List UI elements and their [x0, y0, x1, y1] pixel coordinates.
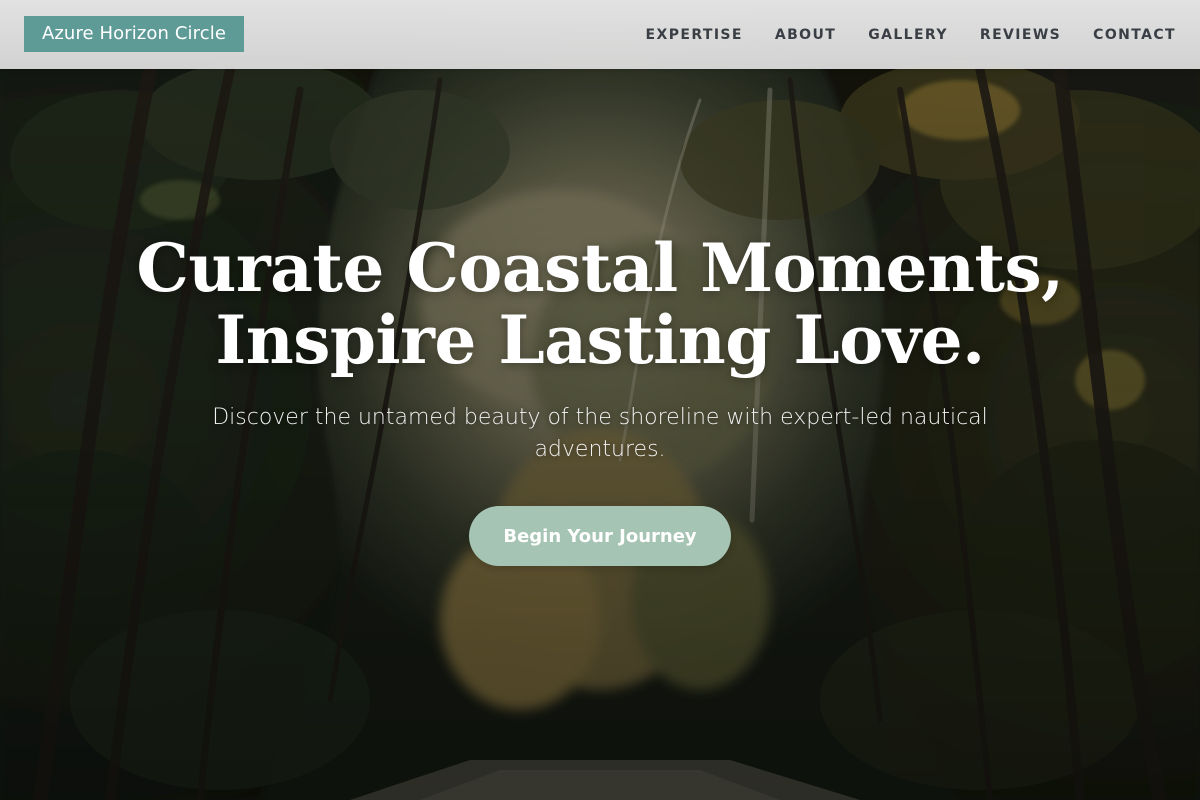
nav-link-gallery[interactable]: GALLERY — [868, 27, 948, 43]
site-header: Azure Horizon Circle EXPERTISE ABOUT GAL… — [0, 0, 1200, 69]
nav-link-about[interactable]: ABOUT — [775, 27, 836, 43]
nav-link-reviews[interactable]: REVIEWS — [980, 27, 1061, 43]
hero-section: Curate Coastal Moments, Inspire Lasting … — [0, 0, 1200, 800]
hero-title: Curate Coastal Moments, Inspire Lasting … — [100, 232, 1100, 376]
hero-title-line-1: Curate Coastal Moments, — [136, 229, 1064, 307]
site-logo[interactable]: Azure Horizon Circle — [24, 16, 244, 52]
hero-subtitle: Discover the untamed beauty of the shore… — [212, 405, 988, 462]
page: Azure Horizon Circle EXPERTISE ABOUT GAL… — [0, 0, 1200, 800]
main-nav: EXPERTISE ABOUT GALLERY REVIEWS CONTACT — [646, 0, 1176, 69]
nav-link-contact[interactable]: CONTACT — [1093, 27, 1176, 43]
begin-journey-button[interactable]: Begin Your Journey — [469, 506, 731, 566]
hero-title-line-2: Inspire Lasting Love. — [215, 301, 985, 379]
nav-link-expertise[interactable]: EXPERTISE — [646, 27, 743, 43]
